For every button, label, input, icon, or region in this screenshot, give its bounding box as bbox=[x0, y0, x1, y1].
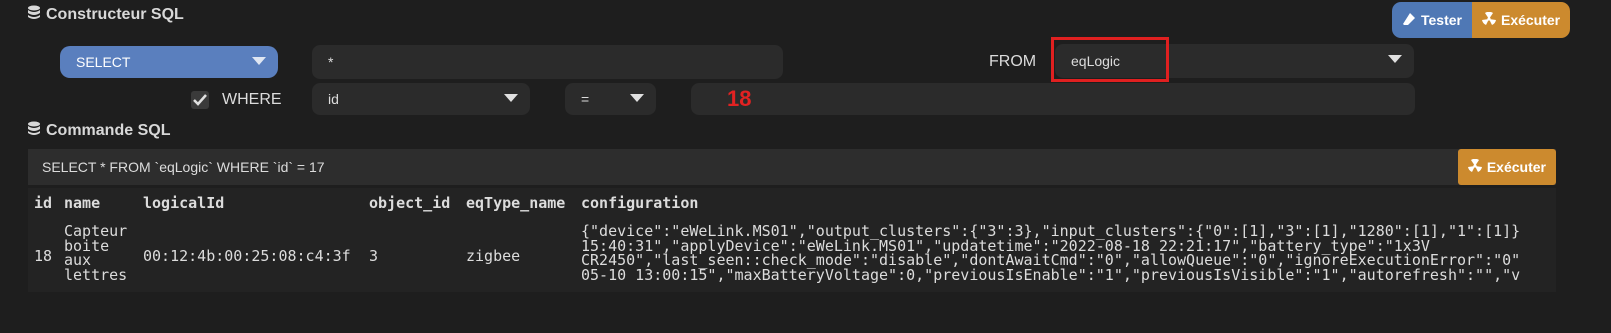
fields-input[interactable]: * bbox=[312, 45, 783, 79]
execute-query-button[interactable]: Exécuter bbox=[1457, 149, 1556, 185]
database-icon bbox=[27, 5, 41, 25]
where-checkbox[interactable] bbox=[191, 91, 209, 109]
checkmark-icon bbox=[193, 94, 207, 106]
where-operator-select[interactable]: = bbox=[565, 83, 656, 115]
database-icon bbox=[27, 121, 41, 141]
cell-configuration: {"device":"eWeLink.MS01","output_cluster… bbox=[581, 222, 1521, 284]
where-operator-value: = bbox=[581, 91, 590, 107]
sql-query-text: SELECT * FROM `eqLogic` WHERE `id` = 17 bbox=[42, 159, 325, 175]
results-table: id name logicalId object_id eqType_name … bbox=[28, 188, 1556, 292]
highlight-box bbox=[1051, 37, 1169, 82]
column-header-eqtype-name: eqType_name bbox=[466, 194, 566, 212]
chevron-down-icon bbox=[630, 94, 644, 102]
chevron-down-icon bbox=[1388, 55, 1402, 63]
chevron-down-icon bbox=[252, 57, 266, 65]
execute-button[interactable]: Exécuter bbox=[1471, 2, 1571, 38]
select-dropdown[interactable]: SELECT bbox=[60, 46, 278, 78]
builder-title-text: Constructeur SQL bbox=[46, 6, 184, 23]
fields-value: * bbox=[328, 54, 334, 70]
cell-logicalid: 00:12:4b:00:25:08:c4:3f bbox=[143, 247, 351, 265]
eraser-icon bbox=[1402, 12, 1416, 29]
cell-object-id: 3 bbox=[369, 247, 379, 265]
column-header-name: name bbox=[64, 194, 101, 212]
where-value-input[interactable]: 18 bbox=[691, 83, 1415, 115]
execute-query-label: Exécuter bbox=[1486, 159, 1546, 175]
tester-button[interactable]: Tester bbox=[1392, 2, 1472, 38]
radiation-icon bbox=[1481, 11, 1496, 29]
where-label: WHERE bbox=[222, 91, 282, 108]
column-header-logicalid: logicalId bbox=[143, 194, 225, 212]
cell-name: Capteur boite aux lettres bbox=[64, 222, 128, 284]
where-column-value: id bbox=[328, 91, 339, 107]
column-header-configuration: configuration bbox=[581, 194, 699, 212]
execute-label: Exécuter bbox=[1500, 12, 1561, 28]
tester-label: Tester bbox=[1421, 12, 1462, 28]
command-title: Commande SQL bbox=[27, 121, 170, 141]
cell-eqtype-name: zigbee bbox=[466, 247, 521, 265]
from-label: FROM bbox=[989, 53, 1037, 70]
sql-query-bar[interactable]: SELECT * FROM `eqLogic` WHERE `id` = 17 … bbox=[28, 149, 1556, 185]
chevron-down-icon bbox=[504, 94, 518, 102]
where-value: 18 bbox=[727, 86, 752, 111]
radiation-icon bbox=[1467, 158, 1482, 176]
where-column-select[interactable]: id bbox=[312, 83, 530, 115]
builder-title: Constructeur SQL bbox=[27, 5, 184, 25]
cell-id: 18 bbox=[34, 247, 53, 265]
toolbar-button-group: Tester Exécuter bbox=[1392, 2, 1571, 38]
column-header-object-id: object_id bbox=[369, 194, 451, 212]
column-header-id: id bbox=[34, 194, 53, 212]
command-title-text: Commande SQL bbox=[46, 122, 171, 139]
select-value: SELECT bbox=[76, 54, 131, 70]
